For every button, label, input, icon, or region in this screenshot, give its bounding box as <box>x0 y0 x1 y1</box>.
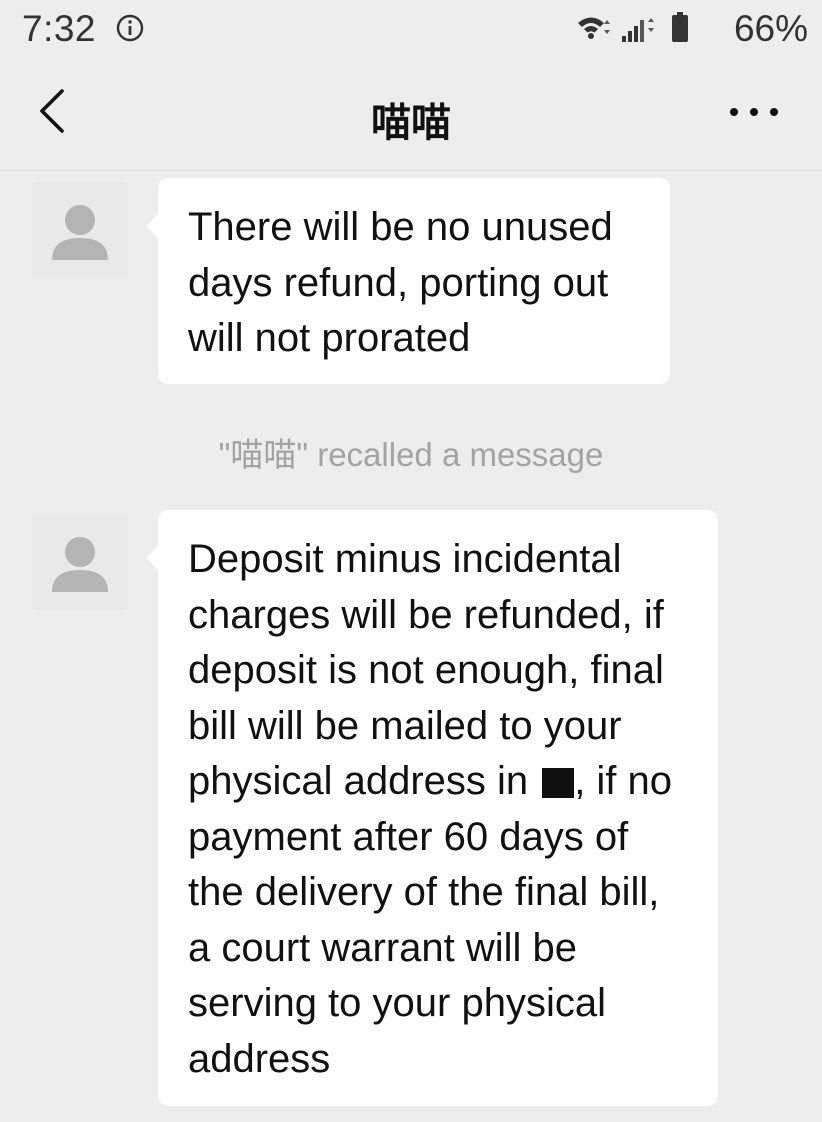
info-icon <box>116 14 144 42</box>
default-avatar-icon[interactable] <box>32 514 128 610</box>
more-dots-icon[interactable] <box>726 92 782 132</box>
chat-header: 喵喵 <box>0 62 822 171</box>
message-bubble[interactable]: There will be no unused days refund, por… <box>146 178 670 384</box>
message-row: There will be no unused days refund, por… <box>0 178 822 388</box>
chat-title: 喵喵 <box>371 101 451 145</box>
status-time: 7:32 <box>22 8 97 49</box>
signal-icon <box>622 18 654 42</box>
recall-notice: "喵喵" recalled a message <box>218 436 604 473</box>
wifi-icon <box>578 17 610 39</box>
battery-percentage: 66% <box>733 8 808 49</box>
message-text-part: , if no payment after 60 days of the del… <box>188 759 684 1081</box>
status-bar: 7:32 66% <box>0 0 822 62</box>
default-avatar-icon[interactable] <box>32 182 128 278</box>
message-row: Deposit minus incidental charges will be… <box>0 510 822 1110</box>
message-bubble[interactable]: Deposit minus incidental charges will be… <box>146 510 718 1106</box>
battery-icon <box>672 12 688 42</box>
redaction-block <box>542 768 575 798</box>
